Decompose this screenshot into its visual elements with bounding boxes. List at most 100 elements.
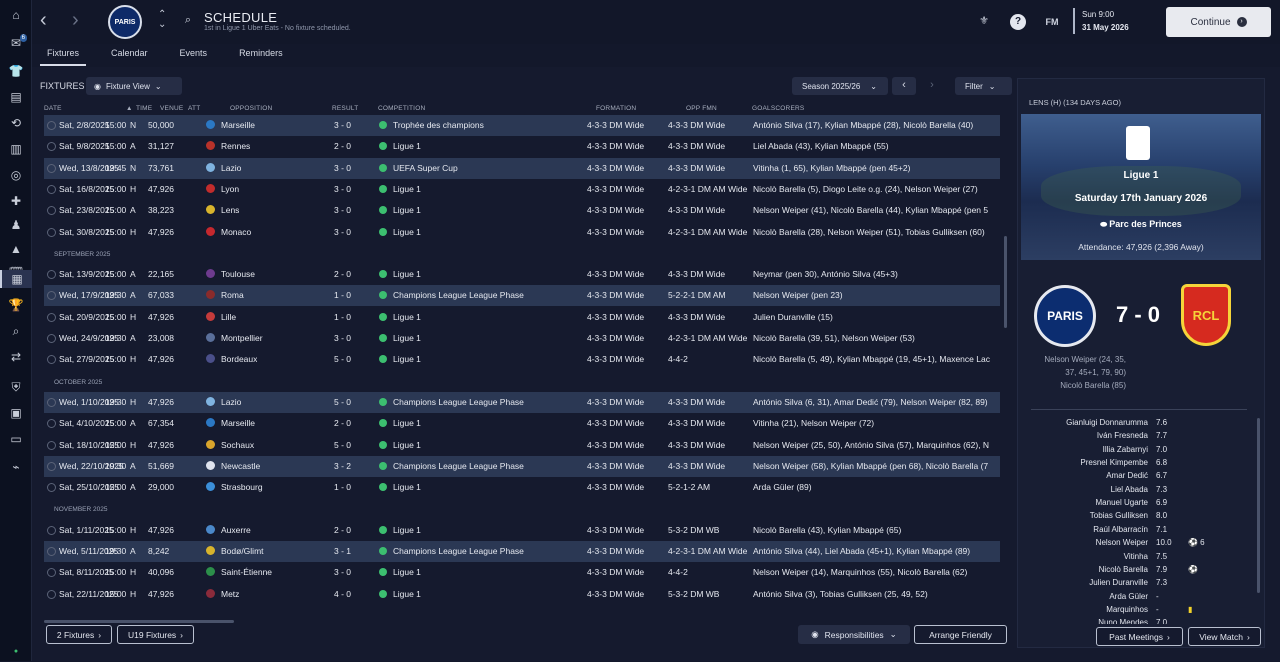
tab-calendar[interactable]: Calendar	[104, 46, 155, 66]
table-scrollbar[interactable]	[1004, 236, 1007, 328]
col-date[interactable]: DATE	[44, 105, 62, 112]
select-checkbox[interactable]	[47, 184, 56, 194]
u19-fixtures-button[interactable]: U19 Fixtures ›	[117, 625, 194, 644]
player-row[interactable]: Presnel Kimpembe 6.8	[1030, 458, 1250, 471]
fixture-competition[interactable]: Ligue 1	[379, 525, 421, 535]
schedule-active[interactable]: ▦	[0, 270, 32, 288]
select-checkbox[interactable]	[47, 568, 56, 578]
fixture-opposition[interactable]: Toulouse	[206, 269, 255, 279]
transfers-icon[interactable]: ⇄	[0, 346, 32, 368]
responsibilities-button[interactable]: ◉ Responsibilities ⌄	[798, 625, 910, 644]
player-row[interactable]: Julien Duranville 7.3	[1030, 578, 1250, 591]
table-row[interactable]: Sat, 13/9/2025 15:00 A 22,165 Toulouse 2 - 0L…	[44, 264, 1000, 285]
fixture-competition[interactable]: Ligue 1	[379, 269, 421, 279]
col-att[interactable]: ATT	[188, 105, 200, 112]
tab-events[interactable]: Events	[173, 46, 215, 66]
player-row[interactable]: Gianluigi Donnarumma 7.6	[1030, 418, 1250, 431]
fixture-opposition[interactable]: Lille	[206, 311, 236, 322]
fixture-opposition[interactable]: Sochaux	[206, 439, 254, 450]
fixture-opposition[interactable]: Marseille	[206, 120, 255, 130]
graph-icon[interactable]: ⌁	[0, 456, 32, 478]
select-checkbox[interactable]	[47, 419, 56, 429]
table-row[interactable]: Sat, 20/9/2025 15:00 H 47,926 Lille 1 - 0 Ligu…	[44, 307, 1000, 328]
player-row[interactable]: Tobias Gulliksen 8.0	[1030, 511, 1250, 524]
fixture-opposition[interactable]: Newcastle	[206, 460, 260, 471]
tab-reminders[interactable]: Reminders	[232, 46, 290, 66]
table-row[interactable]: Sat, 8/11/2025 15:00 H 40,096 Saint-Étienne 3…	[44, 562, 1000, 583]
select-checkbox[interactable]	[47, 525, 56, 535]
table-row[interactable]: Sat, 1/11/2025 15:00 H 47,926 Auxerre 2 - 0 Li…	[44, 520, 1000, 541]
select-checkbox[interactable]	[47, 163, 56, 173]
training-icon[interactable]: ◎	[0, 164, 32, 186]
dynamics-icon[interactable]: ⟲	[0, 112, 32, 134]
fixture-opposition[interactable]: Saint-Étienne	[206, 567, 272, 577]
finances-icon[interactable]: ▣	[0, 402, 32, 424]
table-row[interactable]: Wed, 13/8/2025 19:45 N 73,761 Lazio 3 - 0 UEFA…	[44, 157, 1000, 179]
table-row[interactable]: Wed, 1/10/2025 19:30 H 47,926 Lazio 5 - 0 Cham…	[44, 391, 1000, 413]
select-checkbox[interactable]	[47, 227, 56, 237]
development-icon[interactable]: ▲	[0, 238, 32, 260]
player-row[interactable]: Raúl Albarracín 7.1	[1030, 525, 1250, 538]
fixture-competition[interactable]: Ligue 1	[379, 333, 421, 343]
table-hscrollbar[interactable]	[44, 620, 234, 623]
select-checkbox[interactable]	[47, 121, 56, 130]
player-row[interactable]: Manuel Ugarte 6.9	[1030, 498, 1250, 511]
season-select[interactable]: Season 2025/26 ⌄	[792, 77, 888, 95]
fixture-competition[interactable]: Ligue 1	[379, 227, 421, 237]
select-checkbox[interactable]	[47, 270, 56, 280]
fixture-competition[interactable]: Champions League League Phase	[379, 546, 524, 556]
back-icon[interactable]: ‹	[40, 10, 47, 30]
fixture-opposition[interactable]: Metz	[206, 588, 239, 599]
past-meetings-button[interactable]: Past Meetings ›	[1096, 627, 1183, 646]
search-icon[interactable]: ⌕	[180, 14, 196, 30]
fixture-view-button[interactable]: ◉ Fixture View ⌄	[86, 77, 182, 95]
dev-centre-icon[interactable]: ▭	[0, 428, 32, 450]
select-checkbox[interactable]	[47, 397, 56, 407]
home-icon[interactable]: ⌂	[0, 4, 32, 26]
table-row[interactable]: Sat, 30/8/2025 15:00 H 47,926 Monaco 3 - 0 Lig…	[44, 222, 1000, 243]
col-result[interactable]: RESULT	[332, 105, 358, 112]
squad-icon[interactable]: 👕	[0, 60, 32, 82]
col-time[interactable]: TIME	[136, 105, 152, 112]
table-row[interactable]: Sat, 4/10/2025 15:00 A 67,354 Marseille 2 - 0…	[44, 413, 1000, 434]
fixture-opposition[interactable]: Lazio	[206, 396, 241, 407]
col-opp-fmn[interactable]: OPP FMN	[686, 105, 717, 112]
select-checkbox[interactable]	[47, 291, 56, 301]
table-row[interactable]: Wed, 5/11/2025 19:30 A 8,242 Bodø/Glimt 3 - 1…	[44, 541, 1000, 562]
fixture-competition[interactable]: Ligue 1	[379, 184, 421, 194]
fixture-opposition[interactable]: Bordeaux	[206, 354, 257, 364]
fixtures-count-button[interactable]: 2 Fixtures ›	[46, 625, 112, 644]
table-row[interactable]: Sat, 2/8/2025 15:00 N 50,000 Marseille 3 - 0 T…	[44, 115, 1000, 136]
table-row[interactable]: Sat, 23/8/2025 15:00 A 38,223 Lens 3 - 0 Ligue…	[44, 200, 1000, 221]
sort-icon[interactable]: ▲	[126, 105, 133, 112]
help-icon[interactable]: ?	[1010, 14, 1026, 30]
fixture-competition[interactable]: Ligue 1	[379, 567, 421, 577]
player-row[interactable]: Vitinha 7.5	[1030, 552, 1250, 565]
col-formation[interactable]: FORMATION	[596, 105, 636, 112]
fixture-competition[interactable]: Ligue 1	[379, 354, 421, 364]
fixture-competition[interactable]: Champions League League Phase	[379, 290, 524, 300]
reports-icon[interactable]: ▥	[0, 138, 32, 160]
table-row[interactable]: Sat, 9/8/2025 15:00 A 31,127 Rennes 2 - 0 Ligu…	[44, 136, 1000, 157]
table-row[interactable]: Sat, 16/8/2025 15:00 H 47,926 Lyon 3 - 0 Ligue…	[44, 179, 1000, 200]
fixture-opposition[interactable]: Lyon	[206, 183, 239, 194]
col-competition[interactable]: COMPETITION	[378, 105, 425, 112]
player-row[interactable]: Arda Güler -	[1030, 592, 1250, 605]
club-badge-icon[interactable]: ⚜	[976, 14, 992, 30]
player-row[interactable]: Nelson Weiper 10.0 ⚽ 6	[1030, 538, 1250, 551]
fixture-opposition[interactable]: Lens	[206, 205, 239, 215]
fixture-competition[interactable]: Ligue 1	[379, 205, 421, 215]
fixture-competition[interactable]: Ligue 1	[379, 418, 421, 428]
fixture-opposition[interactable]: Monaco	[206, 226, 251, 237]
club-switch-icon[interactable]: ⌃ ⌄	[158, 10, 166, 30]
col-venue[interactable]: VENUE	[160, 105, 183, 112]
fixture-opposition[interactable]: Bodø/Glimt	[206, 546, 264, 556]
club-crest[interactable]: PARIS	[108, 5, 142, 39]
fixture-opposition[interactable]: Lazio	[206, 162, 241, 173]
fixture-opposition[interactable]: Roma	[206, 290, 244, 300]
continue-button[interactable]: Continue ›	[1166, 7, 1271, 37]
fm-icon[interactable]: FM	[1040, 14, 1064, 30]
away-crest[interactable]: RCL	[1181, 284, 1231, 346]
medical-icon[interactable]: ✚	[0, 190, 32, 212]
select-checkbox[interactable]	[47, 547, 56, 556]
